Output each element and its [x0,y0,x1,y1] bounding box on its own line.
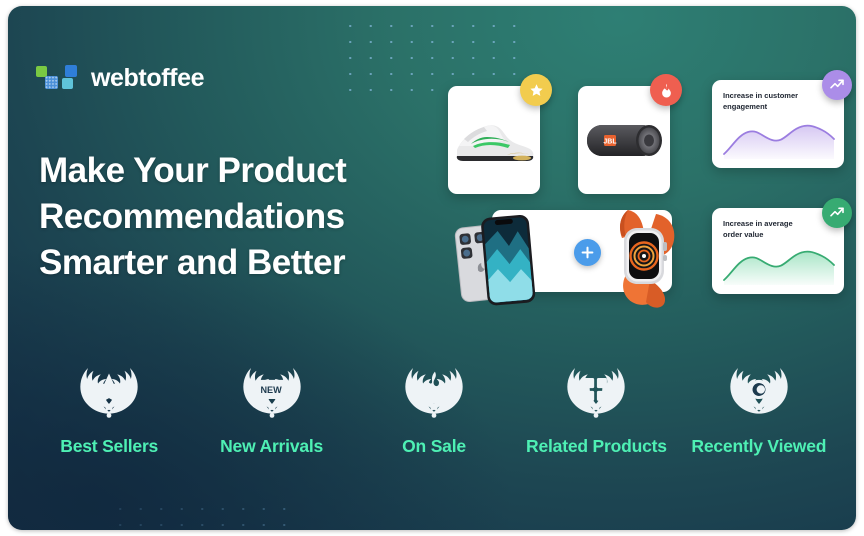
add-to-bundle-plus-button[interactable] [574,239,601,266]
chart1-label: Increase in customer engagement [723,90,834,112]
feature-best-sellers[interactable]: Best Sellers [28,358,190,457]
feature-label-on-sale: On Sale [402,436,466,456]
laurel-star-icon [72,358,146,420]
chart1-label-line2: engagement [723,102,768,111]
headline-line-2: Recommendations [39,197,345,236]
speaker-image: JBL [582,114,666,166]
chart2-area-plot [722,239,836,285]
logo-square-dotted [45,75,58,89]
headline-line-1: Make Your Product [39,151,347,190]
headline-line-3: Smarter and Better [39,243,346,282]
chart2-label-line1: Increase in average [723,219,793,228]
feature-list: Best Sellers NEW New Arrivals On Sale Re… [28,358,840,478]
trending-up-icon [830,79,844,89]
iphone-image [448,202,544,308]
logo-square-green [36,65,47,77]
hot-item-flame-badge [650,74,682,106]
chart1-area-plot [722,113,836,159]
brand-name: webtoffee [91,64,205,92]
product-showcase-cluster: JBL Increase in customer engagement Incr… [440,68,852,318]
star-icon [529,83,543,96]
webtoffee-squares-logo-icon [36,64,82,93]
laurel-flame-icon [397,358,471,420]
logo-square-blue [65,64,77,77]
chart2-label: Increase in average order value [723,218,834,240]
feature-label-related-products: Related Products [526,436,667,456]
flame-icon [661,83,671,98]
apple-watch-image [598,202,688,312]
best-seller-star-badge [520,74,552,106]
dot-grid-bottom-decoration [108,498,288,528]
laurel-new-ribbon-icon: NEW [235,358,309,420]
trending-up-icon [830,207,844,217]
feature-label-best-sellers: Best Sellers [60,436,159,456]
sneaker-image [451,116,537,164]
feature-related-products[interactable]: Related Products [515,358,677,457]
chart1-label-line1: Increase in customer [723,91,799,100]
engagement-trend-badge [822,70,852,100]
page-title: Make Your Product Recommendations Smarte… [39,148,419,286]
brand-logo[interactable]: webtoffee [36,64,204,93]
feature-recently-viewed[interactable]: Recently Viewed [678,358,840,457]
svg-text:JBL: JBL [603,139,617,146]
svg-text:NEW: NEW [260,385,282,395]
order-value-trend-badge [822,198,852,228]
feature-label-new-arrivals: New Arrivals [220,436,324,456]
feature-new-arrivals[interactable]: NEW New Arrivals [190,358,352,457]
laurel-grid-icon [559,358,633,420]
hero-banner: webtoffee Make Your Product Recommendati… [8,6,856,530]
chart2-label-line2: order value [723,230,764,239]
feature-on-sale[interactable]: On Sale [353,358,515,457]
logo-square-cyan [62,77,73,89]
plus-icon [581,246,594,259]
feature-label-recently-viewed: Recently Viewed [691,436,827,456]
laurel-eye-icon [722,358,796,420]
